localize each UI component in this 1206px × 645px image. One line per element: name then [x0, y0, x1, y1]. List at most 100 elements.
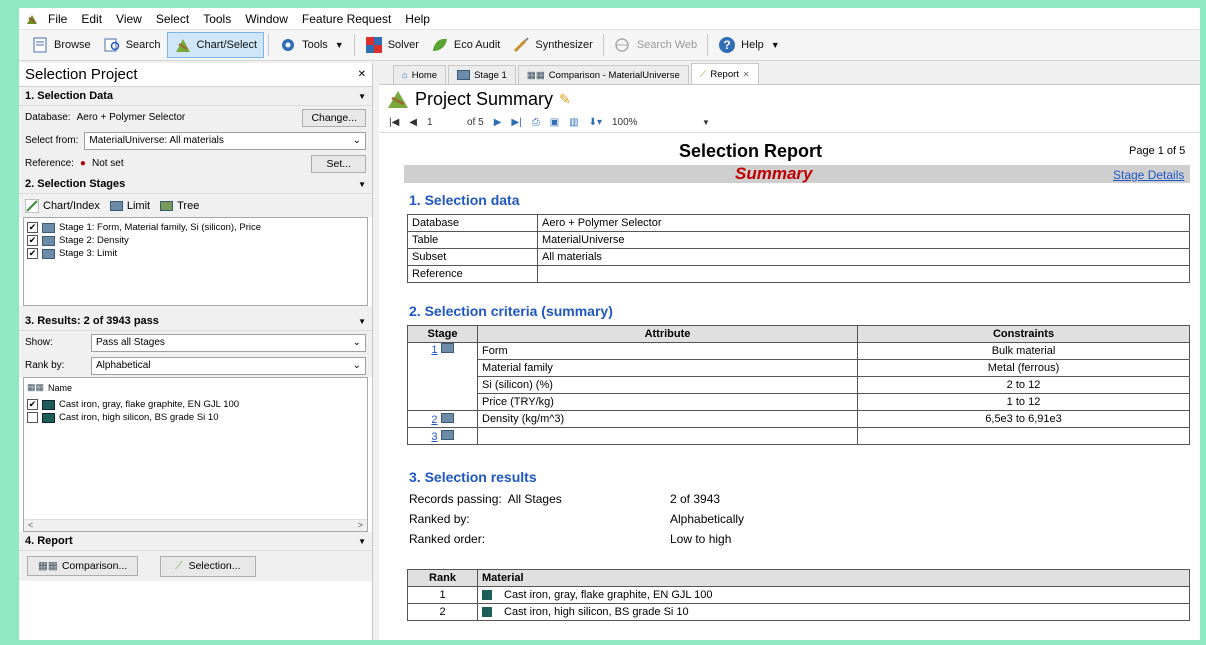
- stage-link[interactable]: 3: [431, 431, 437, 443]
- show-dropdown[interactable]: Pass all Stages ⌄: [91, 333, 366, 352]
- table-cell: Aero + Polymer Selector: [537, 214, 1190, 232]
- scroll-left-icon[interactable]: <: [28, 520, 33, 531]
- checkbox-checked[interactable]: ✔: [27, 248, 38, 259]
- comparison-button[interactable]: ▦▦ Comparison...: [27, 556, 139, 576]
- table-row: Si (silicon) (%) 2 to 12: [408, 376, 1190, 394]
- select-from-dropdown[interactable]: MaterialUniverse: All materials ⌄: [84, 131, 366, 150]
- synthesizer-button[interactable]: Synthesizer: [506, 32, 598, 58]
- section-selection-stages[interactable]: 2. Selection Stages ▼: [19, 175, 372, 194]
- stage-item-1[interactable]: ✔ Stage 1: Form, Material family, Si (sil…: [24, 221, 367, 234]
- section-results[interactable]: 3. Results: 2 of 3943 pass ▼: [19, 312, 372, 331]
- chevron-down-icon: ⌄: [352, 360, 361, 371]
- checkbox-checked[interactable]: ✔: [27, 399, 38, 410]
- chart-index-button[interactable]: Chart/Index: [25, 198, 100, 213]
- stage-link[interactable]: 1: [431, 344, 437, 356]
- table-row: Database Aero + Polymer Selector: [407, 214, 1190, 232]
- last-page-icon[interactable]: ▶|: [511, 117, 521, 128]
- menu-edit[interactable]: Edit: [74, 12, 109, 26]
- column-header: Material: [477, 569, 1190, 587]
- column-header: Rank: [407, 569, 478, 587]
- zoom-level[interactable]: 100%: [612, 117, 692, 128]
- stage-cell: 2: [407, 410, 478, 428]
- menu-file[interactable]: File: [41, 12, 74, 26]
- tab-report[interactable]: ⟋ Report ✕: [690, 63, 759, 84]
- reference-row: Reference: ● Not set Set...: [19, 152, 372, 175]
- tab-home[interactable]: ⌂ Home: [393, 65, 447, 84]
- tab-label: Comparison - MaterialUniverse: [548, 69, 680, 81]
- checkbox-checked[interactable]: ✔: [27, 235, 38, 246]
- first-page-icon[interactable]: |◀: [389, 117, 399, 128]
- show-label: Show:: [25, 337, 53, 348]
- rank-by-dropdown[interactable]: Alphabetical ⌄: [91, 356, 366, 375]
- page-number-input[interactable]: 1: [427, 117, 457, 128]
- selection-button[interactable]: ⟋ Selection...: [160, 555, 256, 577]
- browse-button[interactable]: Browse: [25, 32, 97, 58]
- set-button[interactable]: Set...: [311, 154, 366, 173]
- horizontal-scrollbar[interactable]: < >: [24, 519, 367, 531]
- columns-icon: ▦▦: [38, 560, 58, 572]
- tree-button[interactable]: Tree: [160, 200, 199, 212]
- tools-button[interactable]: Tools ▼: [273, 32, 350, 58]
- export-icon[interactable]: ⬇▾: [589, 117, 602, 128]
- edit-icon[interactable]: ✎: [559, 91, 571, 108]
- layout-icon[interactable]: ▥: [569, 117, 578, 128]
- search-web-icon: [615, 38, 629, 52]
- menu-feature-request[interactable]: Feature Request: [295, 12, 398, 26]
- chart-index-label: Chart/Index: [43, 199, 100, 212]
- table-cell: Form: [477, 342, 858, 360]
- selection-project-panel: Selection Project ✕ 1. Selection Data ▼ Da…: [19, 63, 373, 640]
- section-selection-data[interactable]: 1. Selection Data ▼: [19, 87, 372, 106]
- database-row: Database: Aero + Polymer Selector Change..…: [19, 106, 372, 129]
- stage-details-link[interactable]: Stage Details: [1113, 168, 1184, 182]
- menu-tools[interactable]: Tools: [196, 12, 238, 26]
- page-setup-icon[interactable]: ▣: [550, 117, 559, 128]
- menu-select[interactable]: Select: [149, 12, 196, 26]
- stage-item-2[interactable]: ✔ Stage 2: Density: [24, 234, 367, 247]
- chart-select-button[interactable]: Chart/Select: [166, 32, 265, 58]
- panel-title: Selection Project: [25, 66, 138, 83]
- material-color-icon: [42, 399, 55, 410]
- print-icon[interactable]: ⎙: [532, 117, 540, 128]
- menu-help[interactable]: Help: [398, 12, 437, 26]
- table-cell: 2 to 12: [857, 376, 1190, 394]
- rank-by-label: Rank by:: [25, 360, 65, 371]
- scroll-right-icon[interactable]: >: [358, 520, 363, 531]
- stage-item-3[interactable]: ✔ Stage 3: Limit: [24, 247, 367, 260]
- search-web-button[interactable]: Search Web: [608, 32, 703, 58]
- limit-stage-icon: [42, 235, 55, 246]
- next-page-icon[interactable]: ▶: [494, 117, 502, 128]
- menu-window[interactable]: Window: [238, 12, 295, 26]
- material-cell: Cast iron, gray, flake graphite, EN GJL …: [477, 586, 1190, 604]
- page-header: Project Summary ✎: [379, 85, 1200, 113]
- result-label: Cast iron, high silicon, BS grade Si 10: [59, 412, 219, 423]
- checkbox-checked[interactable]: ✔: [27, 222, 38, 233]
- material-cell: Cast iron, high silicon, BS grade Si 10: [477, 603, 1190, 621]
- table-row: 3: [407, 427, 1190, 445]
- search-button[interactable]: Search: [97, 32, 167, 58]
- tab-stage-1[interactable]: Stage 1: [448, 65, 516, 84]
- solver-button[interactable]: Solver: [359, 32, 425, 58]
- tab-comparison[interactable]: ▦▦ Comparison - MaterialUniverse: [517, 65, 689, 84]
- section-title: 2. Selection Stages: [25, 178, 126, 190]
- checkbox-unchecked[interactable]: [27, 412, 38, 423]
- prev-page-icon[interactable]: ◀: [409, 117, 417, 128]
- result-item-2[interactable]: Cast iron, high silicon, BS grade Si 10: [24, 411, 367, 424]
- chevron-down-icon[interactable]: ▼: [702, 118, 710, 127]
- page-count: of 5: [467, 117, 484, 128]
- limit-button[interactable]: Limit: [109, 200, 150, 212]
- ranked-by-label: Ranked by:: [409, 512, 470, 526]
- menu-view[interactable]: View: [109, 12, 149, 26]
- table-cell: Metal (ferrous): [857, 359, 1190, 377]
- stage-link[interactable]: 2: [431, 414, 437, 426]
- column-header: Constraints: [857, 325, 1190, 343]
- close-icon[interactable]: ✕: [358, 69, 366, 80]
- solver-icon: [365, 37, 382, 53]
- close-icon[interactable]: ✕: [743, 70, 750, 79]
- section-report[interactable]: 4. Report ▼: [19, 532, 372, 551]
- help-button[interactable]: ? Help ▼: [712, 32, 786, 58]
- stage-cell: 3: [407, 427, 478, 445]
- change-button[interactable]: Change...: [302, 108, 366, 127]
- eco-audit-button[interactable]: Eco Audit: [425, 32, 506, 58]
- result-item-1[interactable]: ✔ Cast iron, gray, flake graphite, EN GJL…: [24, 398, 367, 411]
- rank-by-row: Rank by: Alphabetical ⌄: [19, 354, 372, 377]
